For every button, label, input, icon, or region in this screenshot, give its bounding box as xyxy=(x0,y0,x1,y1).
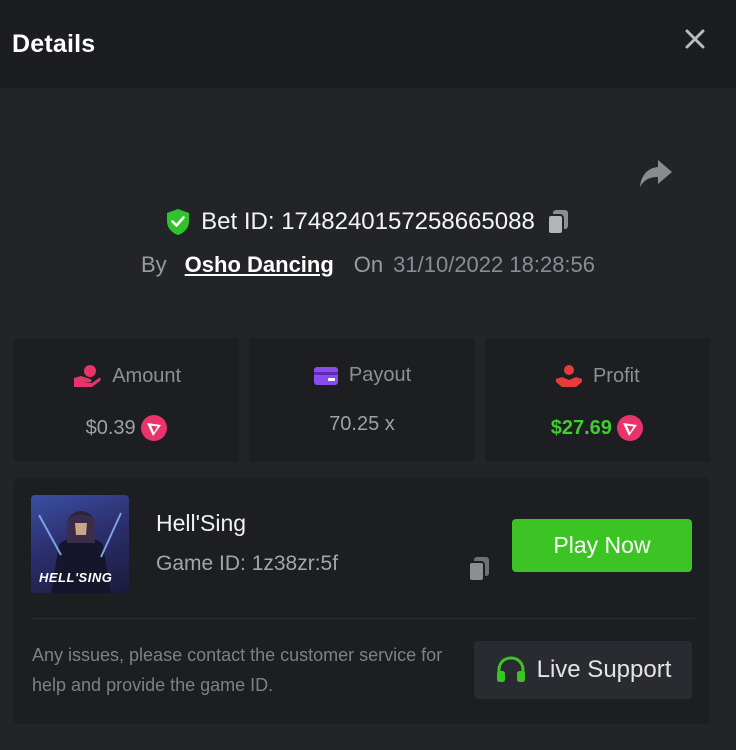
copy-icon xyxy=(468,557,489,582)
stat-amount: Amount $0.39 xyxy=(14,338,240,462)
share-button[interactable] xyxy=(636,156,676,192)
modal-header: Details xyxy=(0,0,736,88)
by-label: By xyxy=(140,252,167,277)
tron-coin-icon xyxy=(616,415,643,441)
game-name: Hell'Sing xyxy=(156,510,247,536)
share-arrow-icon xyxy=(640,160,672,187)
bet-id: Bet ID: 1748240157258665088 xyxy=(201,208,535,235)
username-link[interactable]: Osho Dancing xyxy=(185,252,334,278)
game-thumbnail-title: HELL'SING xyxy=(39,570,113,585)
copy-bet-id-button[interactable] xyxy=(545,208,571,236)
wallet-card-icon xyxy=(313,366,338,385)
close-icon xyxy=(685,29,705,49)
close-button[interactable] xyxy=(680,24,710,54)
amount-value: $0.39 xyxy=(85,416,136,439)
game-card: HELL'SING Hell'Sing Game ID: 1z38zr:5f P… xyxy=(14,478,710,724)
stat-profit: Profit $27.69 xyxy=(484,338,710,462)
payout-label: Payout xyxy=(348,364,412,386)
shield-check-icon xyxy=(167,209,190,235)
amount-label: Amount xyxy=(112,364,182,387)
tron-coin-icon xyxy=(140,415,167,441)
author-row: By Osho Dancing On 31/10/2022 18:28:56 xyxy=(0,248,736,282)
profit-hand-icon xyxy=(555,365,582,387)
modal-title: Details xyxy=(12,29,96,58)
game-thumbnail[interactable]: HELL'SING xyxy=(31,495,129,593)
on-label: On xyxy=(353,252,384,277)
help-text: Any issues, please contact the customer … xyxy=(32,645,443,695)
copy-icon xyxy=(546,210,568,235)
profit-label: Profit xyxy=(592,364,640,387)
bet-stats: Amount $0.39 Payout 70.25 x Profit $27.6… xyxy=(14,338,710,462)
stat-payout: Payout 70.25 x xyxy=(249,338,475,462)
divider xyxy=(30,618,694,619)
game-id: Game ID: 1z38zr:5f xyxy=(156,552,339,575)
bet-datetime: 31/10/2022 18:28:56 xyxy=(393,252,596,277)
headset-icon xyxy=(496,656,525,682)
play-now-button[interactable]: Play Now xyxy=(512,519,692,572)
live-support-label: Live Support xyxy=(536,656,672,683)
payout-value: 70.25 x xyxy=(329,413,395,435)
hand-coin-icon xyxy=(74,365,101,387)
live-support-button[interactable]: Live Support xyxy=(474,641,692,699)
copy-game-id-button[interactable] xyxy=(466,555,492,588)
bet-id-row: Bet ID: 1748240157258665088 xyxy=(0,202,736,242)
bet-details-modal: Details Bet ID: 1748240157258665088 By O… xyxy=(0,0,736,750)
profit-value: $27.69 xyxy=(550,416,612,439)
